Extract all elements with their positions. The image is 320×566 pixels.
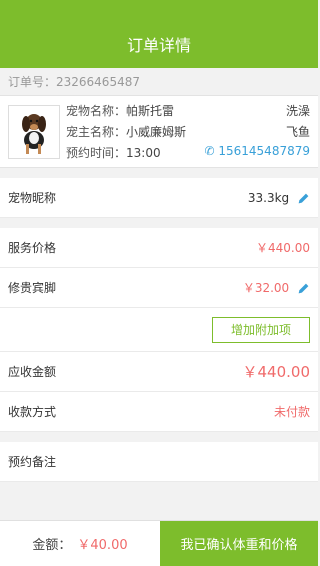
payment-status: 未付款 xyxy=(273,405,310,419)
total-value: ￥40.00 xyxy=(77,538,128,553)
divider xyxy=(0,218,318,228)
service-type: 洗澡 xyxy=(285,104,310,118)
receivable-label: 应收金额 xyxy=(8,365,57,379)
extra-fee-value: ￥32.00 xyxy=(242,281,290,295)
remark-row[interactable]: 预约备注 xyxy=(0,442,318,482)
extra-fee-label: 修贵宾脚 xyxy=(8,281,57,295)
receivable-row: 应收金额 ￥440.00 xyxy=(0,352,318,392)
dog-image-icon xyxy=(22,113,46,154)
service-price-label: 服务价格 xyxy=(8,241,57,255)
pencil-icon[interactable] xyxy=(297,192,310,205)
nickname-label: 宠物昵称 xyxy=(8,191,57,205)
total-amount: 金额： ￥40.00 xyxy=(0,521,160,566)
time-value: 13:00 xyxy=(126,146,161,160)
phone-link[interactable]: ✆ 156145487879 xyxy=(205,144,311,161)
service-price-row: 服务价格 ￥440.00 xyxy=(0,228,318,268)
owner-label: 宠主名称： xyxy=(66,125,127,139)
remark-label: 预约备注 xyxy=(8,455,57,469)
service-price-value: ￥440.00 xyxy=(256,241,310,255)
total-label: 金额： xyxy=(32,538,72,553)
pet-name-line: 宠物名称：帕斯托雷 洗澡 xyxy=(66,102,310,119)
pet-photo xyxy=(8,104,60,159)
time-label: 预约时间： xyxy=(66,146,127,160)
nickname-row[interactable]: 宠物昵称 33.3kg xyxy=(0,178,318,218)
page-title: 订单详情 xyxy=(126,36,191,55)
add-extra-row: 增加附加项 xyxy=(0,308,318,352)
owner-line: 宠主名称：小威廉姆斯 飞鱼 xyxy=(66,123,310,140)
pet-info: 宠物名称：帕斯托雷 洗澡 宠主名称：小威廉姆斯 飞鱼 预约时间：13:00 ✆ … xyxy=(66,102,310,161)
payment-row[interactable]: 收款方式 未付款 xyxy=(0,392,318,432)
owner-value: 小威廉姆斯 xyxy=(126,125,187,139)
add-extra-button[interactable]: 增加附加项 xyxy=(211,316,310,343)
pet-card[interactable]: 宠物名称：帕斯托雷 洗澡 宠主名称：小威廉姆斯 飞鱼 预约时间：13:00 ✆ … xyxy=(0,96,318,168)
nickname-value: 33.3kg xyxy=(247,190,290,205)
extra-fee-row[interactable]: 修贵宾脚 ￥32.00 xyxy=(0,268,318,308)
owner-tag: 飞鱼 xyxy=(285,125,310,139)
receivable-value: ￥440.00 xyxy=(242,363,311,381)
pet-name-value: 帕斯托雷 xyxy=(126,104,175,118)
payment-label: 收款方式 xyxy=(8,405,57,419)
confirm-button[interactable]: 我已确认体重和价格 xyxy=(160,521,318,566)
time-line: 预约时间：13:00 ✆ 156145487879 xyxy=(66,144,310,161)
pencil-icon[interactable] xyxy=(297,282,310,295)
pet-name-label: 宠物名称： xyxy=(66,104,127,118)
bottom-bar: 金额： ￥40.00 我已确认体重和价格 xyxy=(0,520,318,566)
divider xyxy=(0,432,318,442)
divider xyxy=(0,168,318,178)
order-number: 订单号：23266465487 xyxy=(0,68,318,96)
title-bar: 订单详情 xyxy=(0,0,318,68)
